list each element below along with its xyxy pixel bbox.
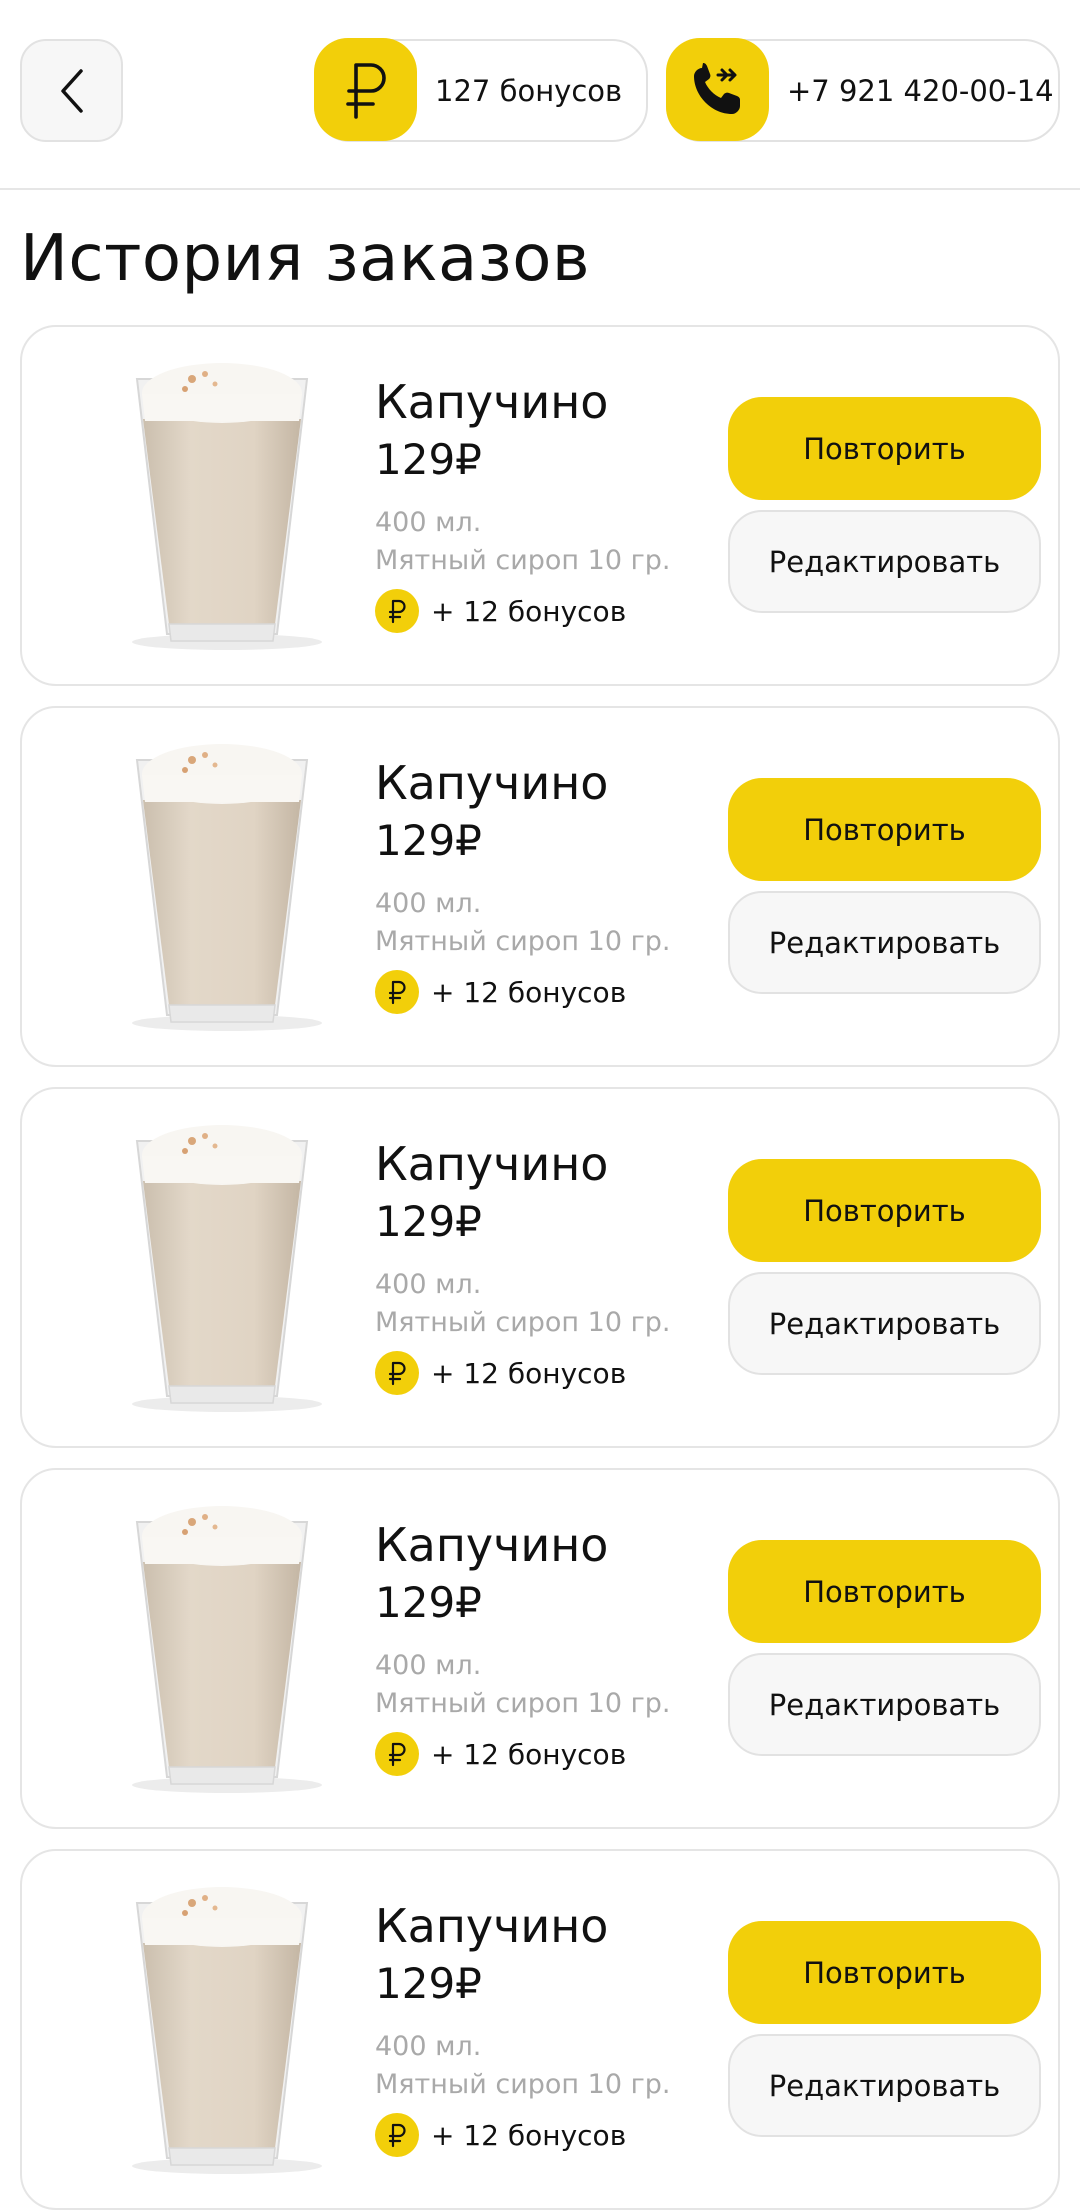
product-syrup: Мятный сироп 10 гр. [375, 545, 671, 576]
product-name: Капучино [375, 1899, 609, 1953]
order-card: Капучино 129₽ 400 мл. Мятный сироп 10 гр… [20, 1087, 1060, 1448]
product-price: 129₽ [375, 435, 482, 484]
product-price: 129₽ [375, 1197, 482, 1246]
ruble-coin-icon [375, 970, 419, 1014]
bonus-earned: + 12 бонусов [375, 1351, 626, 1395]
edit-button[interactable]: Редактировать [728, 1272, 1041, 1375]
bonus-earned-text: + 12 бонусов [431, 1737, 627, 1771]
bonus-earned-text: + 12 бонусов [431, 594, 627, 628]
edit-button[interactable]: Редактировать [728, 510, 1041, 613]
product-syrup: Мятный сироп 10 гр. [375, 926, 671, 957]
product-name: Капучино [375, 1518, 609, 1572]
top-bar: 127 бонусов +7 921 420-00-14 [0, 0, 1080, 190]
bonus-earned-text: + 12 бонусов [431, 2118, 627, 2152]
product-size: 400 мл. [375, 507, 482, 538]
ruble-coin-icon [375, 589, 419, 633]
ruble-coin-icon [375, 2113, 419, 2157]
phone-pill[interactable]: +7 921 420-00-14 [666, 38, 1060, 142]
product-price: 129₽ [375, 1959, 482, 2008]
product-size: 400 мл. [375, 2031, 482, 2062]
product-size: 400 мл. [375, 888, 482, 919]
product-size: 400 мл. [375, 1269, 482, 1300]
ruble-coin-icon [375, 1351, 419, 1395]
cappuccino-glass-image [132, 1125, 322, 1412]
bonus-balance-pill[interactable]: 127 бонусов [314, 38, 648, 142]
phone-forward-icon [666, 38, 769, 141]
product-name: Капучино [375, 375, 609, 429]
phone-number-text: +7 921 420-00-14 [787, 73, 1054, 108]
bonus-earned-text: + 12 бонусов [431, 975, 627, 1009]
order-card: Капучино 129₽ 400 мл. Мятный сироп 10 гр… [20, 1849, 1060, 2210]
cappuccino-glass-image [132, 1887, 322, 2174]
edit-button[interactable]: Редактировать [728, 891, 1041, 994]
product-syrup: Мятный сироп 10 гр. [375, 1688, 671, 1719]
order-card: Капучино 129₽ 400 мл. Мятный сироп 10 гр… [20, 325, 1060, 686]
edit-button[interactable]: Редактировать [728, 2034, 1041, 2137]
product-name: Капучино [375, 756, 609, 810]
bonus-earned: + 12 бонусов [375, 589, 626, 633]
repeat-button[interactable]: Повторить [728, 1540, 1041, 1643]
product-syrup: Мятный сироп 10 гр. [375, 2069, 671, 2100]
product-price: 129₽ [375, 816, 482, 865]
product-syrup: Мятный сироп 10 гр. [375, 1307, 671, 1338]
repeat-button[interactable]: Повторить [728, 397, 1041, 500]
bonus-earned-text: + 12 бонусов [431, 1356, 627, 1390]
bonus-earned: + 12 бонусов [375, 970, 626, 1014]
repeat-button[interactable]: Повторить [728, 1159, 1041, 1262]
cappuccino-glass-image [132, 363, 322, 650]
edit-button[interactable]: Редактировать [728, 1653, 1041, 1756]
order-card: Капучино 129₽ 400 мл. Мятный сироп 10 гр… [20, 1468, 1060, 1829]
cappuccino-glass-image [132, 744, 322, 1031]
ruble-icon [314, 38, 417, 141]
cappuccino-glass-image [132, 1506, 322, 1793]
product-price: 129₽ [375, 1578, 482, 1627]
order-card: Капучино 129₽ 400 мл. Мятный сироп 10 гр… [20, 706, 1060, 1067]
product-name: Капучино [375, 1137, 609, 1191]
chevron-left-icon [60, 68, 83, 113]
page-title: История заказов [20, 222, 591, 296]
bonus-balance-text: 127 бонусов [435, 73, 623, 108]
product-size: 400 мл. [375, 1650, 482, 1681]
ruble-coin-icon [375, 1732, 419, 1776]
repeat-button[interactable]: Повторить [728, 778, 1041, 881]
bonus-earned: + 12 бонусов [375, 1732, 626, 1776]
back-button[interactable] [20, 39, 123, 142]
bonus-earned: + 12 бонусов [375, 2113, 626, 2157]
repeat-button[interactable]: Повторить [728, 1921, 1041, 2024]
